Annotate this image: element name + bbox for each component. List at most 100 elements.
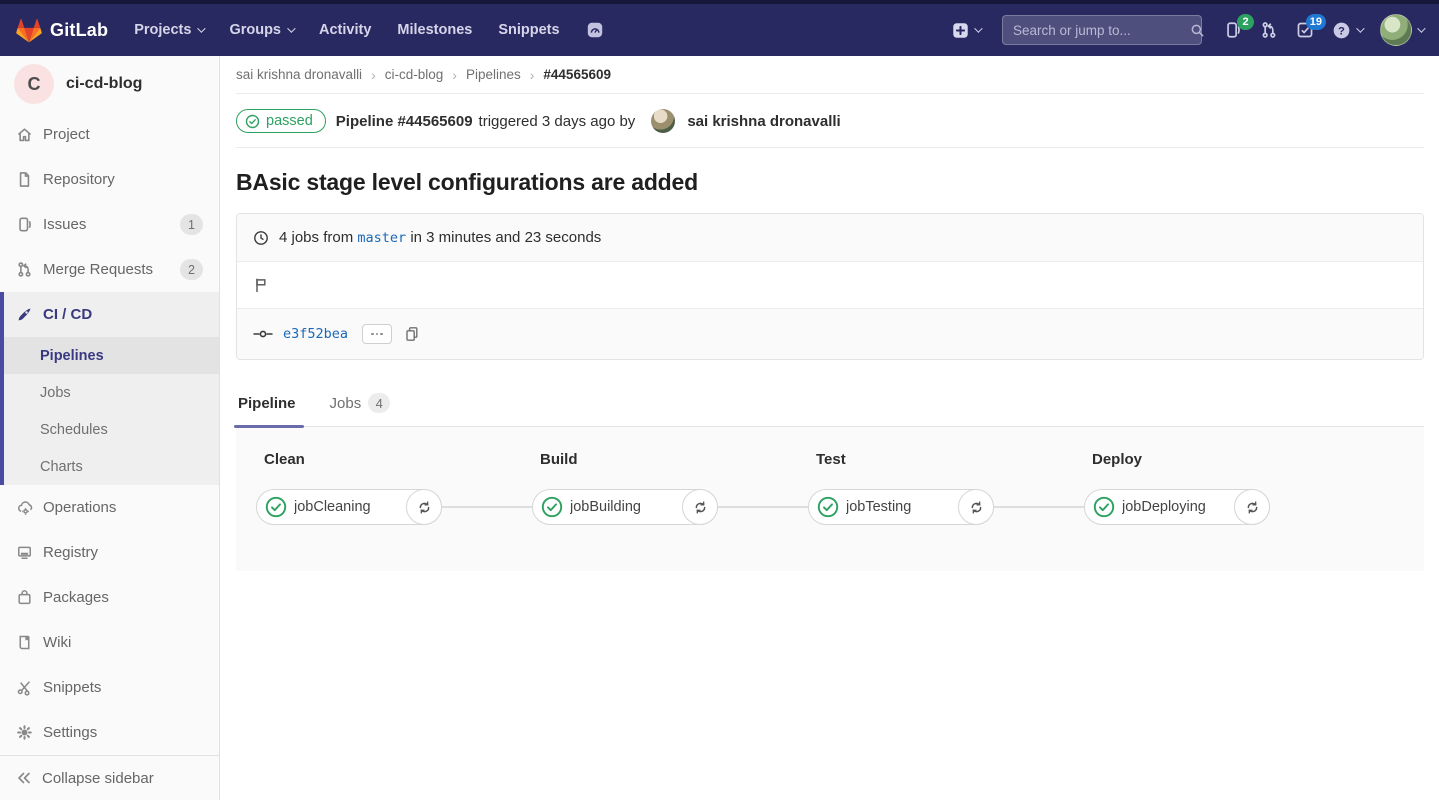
- status-success-icon: [1093, 496, 1115, 518]
- copy-icon: [404, 326, 420, 342]
- dashboard-icon: [586, 21, 604, 39]
- pipeline-id-label: Pipeline #44565609: [336, 113, 473, 130]
- issues-count-badge: 2: [1237, 14, 1254, 30]
- project-avatar: C: [14, 64, 54, 104]
- stage-build: Build jobBuilding: [532, 451, 718, 525]
- tanuki-icon: [16, 18, 42, 43]
- stage-name: Build: [540, 451, 718, 468]
- job-pill-jobtesting[interactable]: jobTesting: [808, 489, 994, 525]
- project-sidebar: C ci-cd-blog Project Repository Iss: [0, 56, 220, 800]
- stage-name: Deploy: [1092, 451, 1270, 468]
- job-pill-jobdeploying[interactable]: jobDeploying: [1084, 489, 1270, 525]
- commit-sha-link[interactable]: e3f52bea: [283, 326, 348, 342]
- commit-description-toggle[interactable]: [362, 324, 392, 344]
- sidebar-item-settings[interactable]: Settings: [0, 710, 219, 755]
- sidebar-item-pipelines[interactable]: Pipelines: [4, 337, 219, 374]
- monitor-icon: [16, 544, 33, 561]
- nav-projects[interactable]: Projects: [134, 22, 203, 38]
- retry-job-button[interactable]: [406, 489, 442, 525]
- tab-jobs[interactable]: Jobs 4: [328, 383, 393, 426]
- double-chevron-left-icon: [16, 770, 32, 786]
- stage-test: Test jobTesting: [808, 451, 994, 525]
- check-circle-icon: [245, 114, 260, 129]
- user-menu-button[interactable]: [1380, 14, 1423, 46]
- stage-deploy: Deploy jobDeploying: [1084, 451, 1270, 525]
- user-avatar: [1380, 14, 1412, 46]
- sidebar-item-merge-requests[interactable]: Merge Requests 2: [0, 247, 219, 292]
- author-avatar[interactable]: [651, 109, 675, 133]
- nav-activity[interactable]: Activity: [319, 22, 371, 38]
- cicd-subnav: Pipelines Jobs Schedules Charts: [4, 337, 219, 485]
- sidebar-item-packages[interactable]: Packages: [0, 575, 219, 620]
- nav-groups[interactable]: Groups: [229, 22, 293, 38]
- breadcrumb-project[interactable]: ci-cd-blog: [385, 67, 444, 82]
- new-menu-button[interactable]: [952, 22, 980, 39]
- sidebar-item-project[interactable]: Project: [0, 112, 219, 157]
- sidebar-item-repository[interactable]: Repository: [0, 157, 219, 202]
- cloud-gear-icon: [16, 499, 33, 516]
- sidebar-item-cicd[interactable]: CI / CD: [4, 292, 219, 337]
- sidebar-item-schedules[interactable]: Schedules: [4, 411, 219, 448]
- pipeline-triggered-text: triggered 3 days ago by: [479, 113, 636, 130]
- breadcrumb-pipelines[interactable]: Pipelines: [466, 67, 521, 82]
- status-success-icon: [265, 496, 287, 518]
- job-pill-jobbuilding[interactable]: jobBuilding: [532, 489, 718, 525]
- pipeline-author-link[interactable]: sai krishna dronavalli: [687, 113, 840, 130]
- sidebar-item-snippets[interactable]: Snippets: [0, 665, 219, 710]
- stage-name: Test: [816, 451, 994, 468]
- gitlab-logo[interactable]: GitLab: [16, 18, 108, 43]
- merge-request-icon: [1260, 21, 1278, 39]
- sidebar-item-wiki[interactable]: Wiki: [0, 620, 219, 665]
- collapse-sidebar-button[interactable]: Collapse sidebar: [0, 755, 219, 800]
- todos-button[interactable]: 19: [1296, 21, 1314, 39]
- retry-job-button[interactable]: [682, 489, 718, 525]
- breadcrumb-user[interactable]: sai krishna dronavalli: [236, 67, 362, 82]
- breadcrumb-current: #44565609: [543, 67, 611, 82]
- retry-job-button[interactable]: [1234, 489, 1270, 525]
- sidebar-item-operations[interactable]: Operations: [0, 485, 219, 530]
- search-icon: [1190, 23, 1205, 38]
- nav-snippets[interactable]: Snippets: [498, 22, 559, 38]
- chevron-down-icon: [1417, 24, 1425, 32]
- jobs-count-badge: 4: [368, 393, 390, 413]
- nav-milestones[interactable]: Milestones: [397, 22, 472, 38]
- help-menu-button[interactable]: ?: [1332, 21, 1362, 40]
- pipeline-status-badge[interactable]: passed: [236, 109, 326, 133]
- pipeline-flags-row: [237, 261, 1423, 308]
- job-pill-jobcleaning[interactable]: jobCleaning: [256, 489, 442, 525]
- job-name: jobTesting: [846, 499, 911, 515]
- chevron-down-icon: [974, 24, 982, 32]
- copy-sha-button[interactable]: [402, 324, 422, 344]
- job-name: jobCleaning: [294, 499, 371, 515]
- operations-dashboard-button[interactable]: [586, 21, 604, 39]
- pipeline-summary-row: 4 jobs from master in 3 minutes and 23 s…: [237, 214, 1423, 261]
- help-icon: ?: [1332, 21, 1351, 40]
- tab-pipeline[interactable]: Pipeline: [236, 383, 298, 426]
- brand-name: GitLab: [50, 20, 108, 41]
- document-icon: [16, 171, 33, 188]
- pipeline-status-row: passed Pipeline #44565609 triggered 3 da…: [236, 94, 1424, 148]
- sidebar-item-issues[interactable]: Issues 1: [0, 202, 219, 247]
- primary-nav: Projects Groups Activity Milestones Snip…: [134, 21, 603, 39]
- issues-shortcut-button[interactable]: 2: [1224, 21, 1242, 39]
- pipeline-info-box: 4 jobs from master in 3 minutes and 23 s…: [236, 213, 1424, 360]
- project-context[interactable]: C ci-cd-blog: [0, 56, 219, 112]
- search-input[interactable]: [1013, 23, 1190, 38]
- merge-request-icon: [16, 261, 33, 278]
- sidebar-item-jobs[interactable]: Jobs: [4, 374, 219, 411]
- commit-icon: [253, 327, 273, 341]
- sidebar-item-charts[interactable]: Charts: [4, 448, 219, 485]
- sidebar-menu: Project Repository Issues 1 Merge Re: [0, 112, 219, 755]
- commit-title: BAsic stage level configurations are add…: [236, 169, 1424, 196]
- home-icon: [16, 126, 33, 143]
- merge-requests-shortcut-button[interactable]: [1260, 21, 1278, 39]
- status-success-icon: [541, 496, 563, 518]
- job-name: jobDeploying: [1122, 499, 1206, 515]
- search-box: [1002, 15, 1202, 45]
- branch-ref-link[interactable]: master: [357, 230, 406, 246]
- retry-job-button[interactable]: [958, 489, 994, 525]
- sidebar-item-registry[interactable]: Registry: [0, 530, 219, 575]
- stage-clean: Clean jobCleaning: [256, 451, 442, 525]
- breadcrumb-separator: ›: [452, 67, 457, 83]
- merge-requests-count-badge: 2: [180, 259, 203, 280]
